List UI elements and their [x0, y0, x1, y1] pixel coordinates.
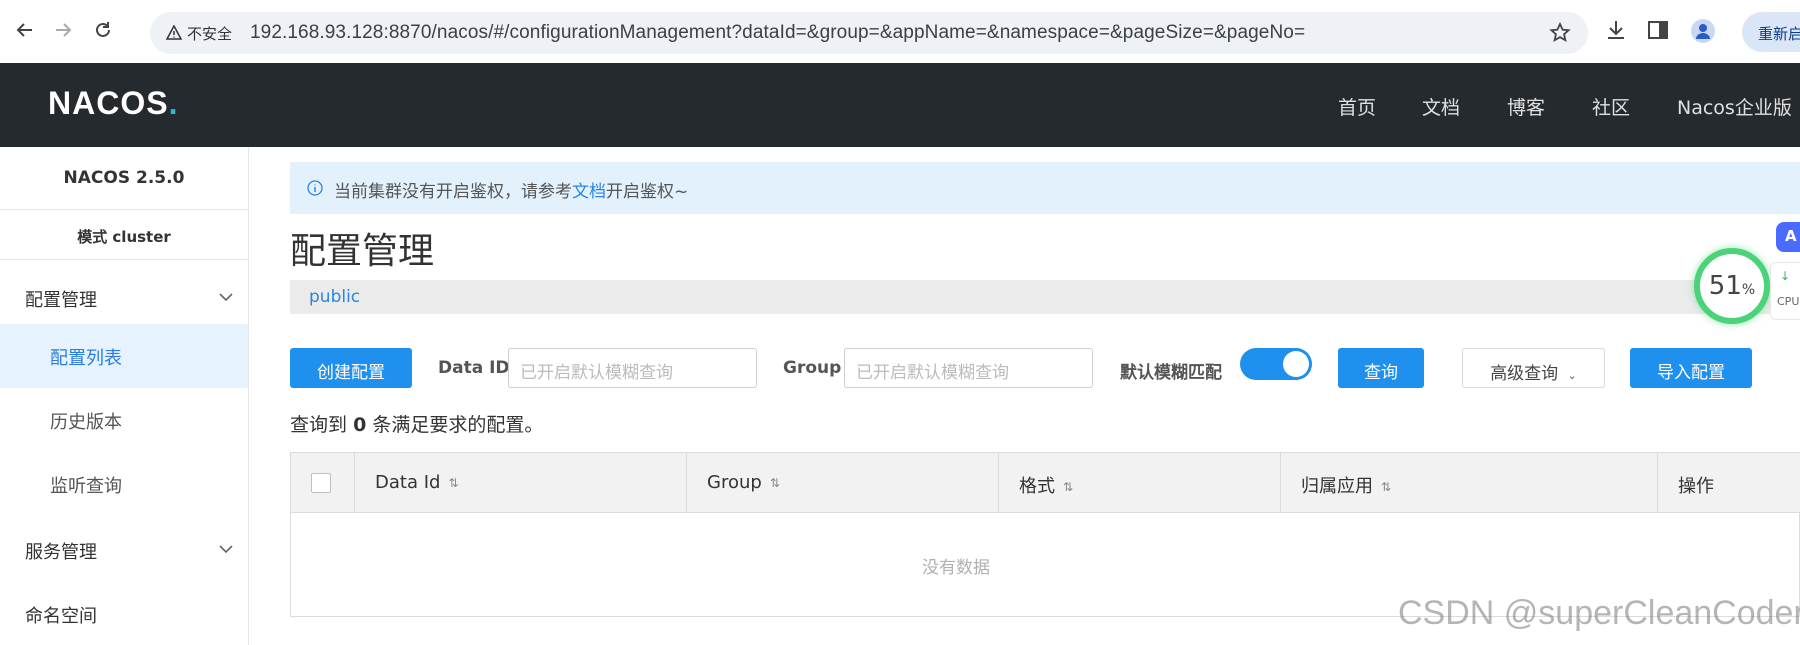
menu-group-label: 服务管理 [25, 542, 97, 563]
nav-docs[interactable]: 文档 [1422, 93, 1460, 120]
sidebar-item-config-list[interactable]: 配置列表 [0, 324, 248, 388]
toggle-knob [1283, 351, 1309, 377]
arrow-down-icon: ↓ [1780, 269, 1791, 283]
warning-triangle-icon [166, 25, 182, 40]
notice-docs-link[interactable]: 文档 [572, 182, 606, 202]
back-arrow-icon[interactable] [12, 17, 38, 43]
column-label: Group [707, 472, 762, 493]
nav-blog[interactable]: 博客 [1507, 93, 1545, 120]
dataid-label: Data ID [438, 358, 510, 378]
logo-dot: . [168, 85, 179, 121]
namespace-bar: public [290, 280, 1800, 314]
column-label: 归属应用 [1301, 476, 1373, 497]
table-header: Data Id ⇅ Group ⇅ 格式 ⇅ 归属应用 ⇅ 操作 [291, 453, 1800, 513]
security-indicator[interactable]: 不安全 [160, 20, 238, 46]
column-actions: 操作 [1657, 453, 1800, 513]
app-header: NACOS. 首页 文档 博客 社区 Nacos企业版 [0, 63, 1800, 147]
sort-icon[interactable]: ⇅ [1381, 480, 1391, 494]
forward-arrow-icon[interactable] [50, 17, 76, 43]
nav-community[interactable]: 社区 [1592, 93, 1630, 120]
sort-icon[interactable]: ⇅ [770, 476, 780, 490]
query-button[interactable]: 查询 [1338, 348, 1424, 388]
sidebar-item-history[interactable]: 历史版本 [0, 388, 248, 452]
column-app[interactable]: 归属应用 ⇅ [1280, 453, 1657, 513]
sort-icon[interactable]: ⇅ [1063, 480, 1073, 494]
version-label: NACOS 2.5.0 [0, 147, 248, 210]
nav-home[interactable]: 首页 [1338, 93, 1376, 120]
namespace-public[interactable]: public [309, 287, 360, 307]
fuzzy-match-toggle[interactable] [1240, 348, 1312, 380]
menu-group-label: 命名空间 [25, 606, 97, 627]
info-icon [307, 180, 323, 196]
advanced-query-button[interactable]: 高级查询 ⌄ [1462, 348, 1605, 388]
result-suffix: 条满足要求的配置。 [372, 414, 544, 436]
advanced-query-label: 高级查询 [1490, 364, 1559, 384]
fuzzy-match-label: 默认模糊匹配 [1120, 363, 1222, 383]
result-summary: 查询到 0 条满足要求的配置。 [290, 410, 543, 437]
menu-group-namespace[interactable]: 命名空间 [0, 585, 248, 642]
profile-avatar-icon[interactable] [1690, 18, 1716, 48]
cpu-unit: % [1741, 282, 1756, 298]
column-label: Data Id [375, 472, 441, 493]
relaunch-button[interactable]: 重新启 [1742, 12, 1800, 52]
group-label: Group [783, 358, 842, 378]
column-label: 操作 [1678, 476, 1714, 497]
empty-state: 没有数据 [922, 558, 990, 578]
download-icon[interactable] [1604, 18, 1628, 46]
chevron-down-icon [219, 545, 233, 554]
side-panel-icon[interactable] [1646, 18, 1670, 46]
chevron-down-icon: ⌄ [1567, 369, 1577, 382]
chevron-down-icon [219, 293, 233, 302]
import-config-button[interactable]: 导入配置 [1630, 348, 1752, 388]
result-prefix: 查询到 [290, 414, 348, 436]
column-dataid[interactable]: Data Id ⇅ [354, 453, 686, 513]
select-all-checkbox[interactable] [311, 473, 331, 493]
security-label: 不安全 [187, 24, 233, 43]
sort-icon[interactable]: ⇅ [448, 476, 458, 490]
column-group[interactable]: Group ⇅ [686, 453, 998, 513]
column-format[interactable]: 格式 ⇅ [998, 453, 1280, 513]
column-label: 格式 [1019, 476, 1055, 497]
mode-label: 模式 cluster [0, 210, 248, 260]
sidebar: NACOS 2.5.0 模式 cluster 配置管理 配置列表 历史版本 监听… [0, 147, 249, 645]
notice-text: 当前集群没有开启鉴权，请参考 [334, 182, 572, 202]
cpu-side-panel[interactable]: ↓ CPU [1770, 262, 1800, 320]
result-count: 0 [353, 414, 367, 436]
nacos-logo[interactable]: NACOS. [48, 85, 178, 122]
menu-group-config[interactable]: 配置管理 [0, 269, 248, 326]
bookmark-star-icon[interactable] [1548, 21, 1572, 49]
nav-enterprise[interactable]: Nacos企业版 [1677, 93, 1792, 120]
dataid-input[interactable]: 已开启默认模糊查询 [508, 348, 757, 388]
watermark: CSDN @superCleanCoder [1398, 594, 1800, 632]
address-bar[interactable]: 不安全 192.168.93.128:8870/nacos/#/configur… [150, 12, 1588, 54]
logo-text: NACOS [48, 85, 169, 121]
group-input[interactable]: 已开启默认模糊查询 [844, 348, 1093, 388]
browser-toolbar: 不安全 192.168.93.128:8870/nacos/#/configur… [0, 0, 1800, 63]
ai-assistant-badge[interactable]: A [1776, 222, 1800, 252]
page-title: 配置管理 [290, 231, 435, 272]
config-table: Data Id ⇅ Group ⇅ 格式 ⇅ 归属应用 ⇅ 操作 没有数据 [290, 452, 1800, 617]
menu-group-label: 配置管理 [25, 290, 97, 311]
reload-icon[interactable] [90, 17, 116, 43]
cpu-usage-widget[interactable]: 51% [1694, 248, 1770, 324]
url-text[interactable]: 192.168.93.128:8870/nacos/#/configuratio… [250, 22, 1305, 44]
cpu-label: CPU [1777, 295, 1800, 308]
menu-group-service[interactable]: 服务管理 [0, 521, 248, 578]
notice-suffix: 开启鉴权~ [606, 182, 689, 202]
auth-notice: 当前集群没有开启鉴权，请参考文档开启鉴权~ [290, 162, 1800, 214]
sidebar-item-listener[interactable]: 监听查询 [0, 452, 248, 516]
create-config-button[interactable]: 创建配置 [290, 348, 412, 388]
cpu-value: 51 [1708, 271, 1742, 301]
